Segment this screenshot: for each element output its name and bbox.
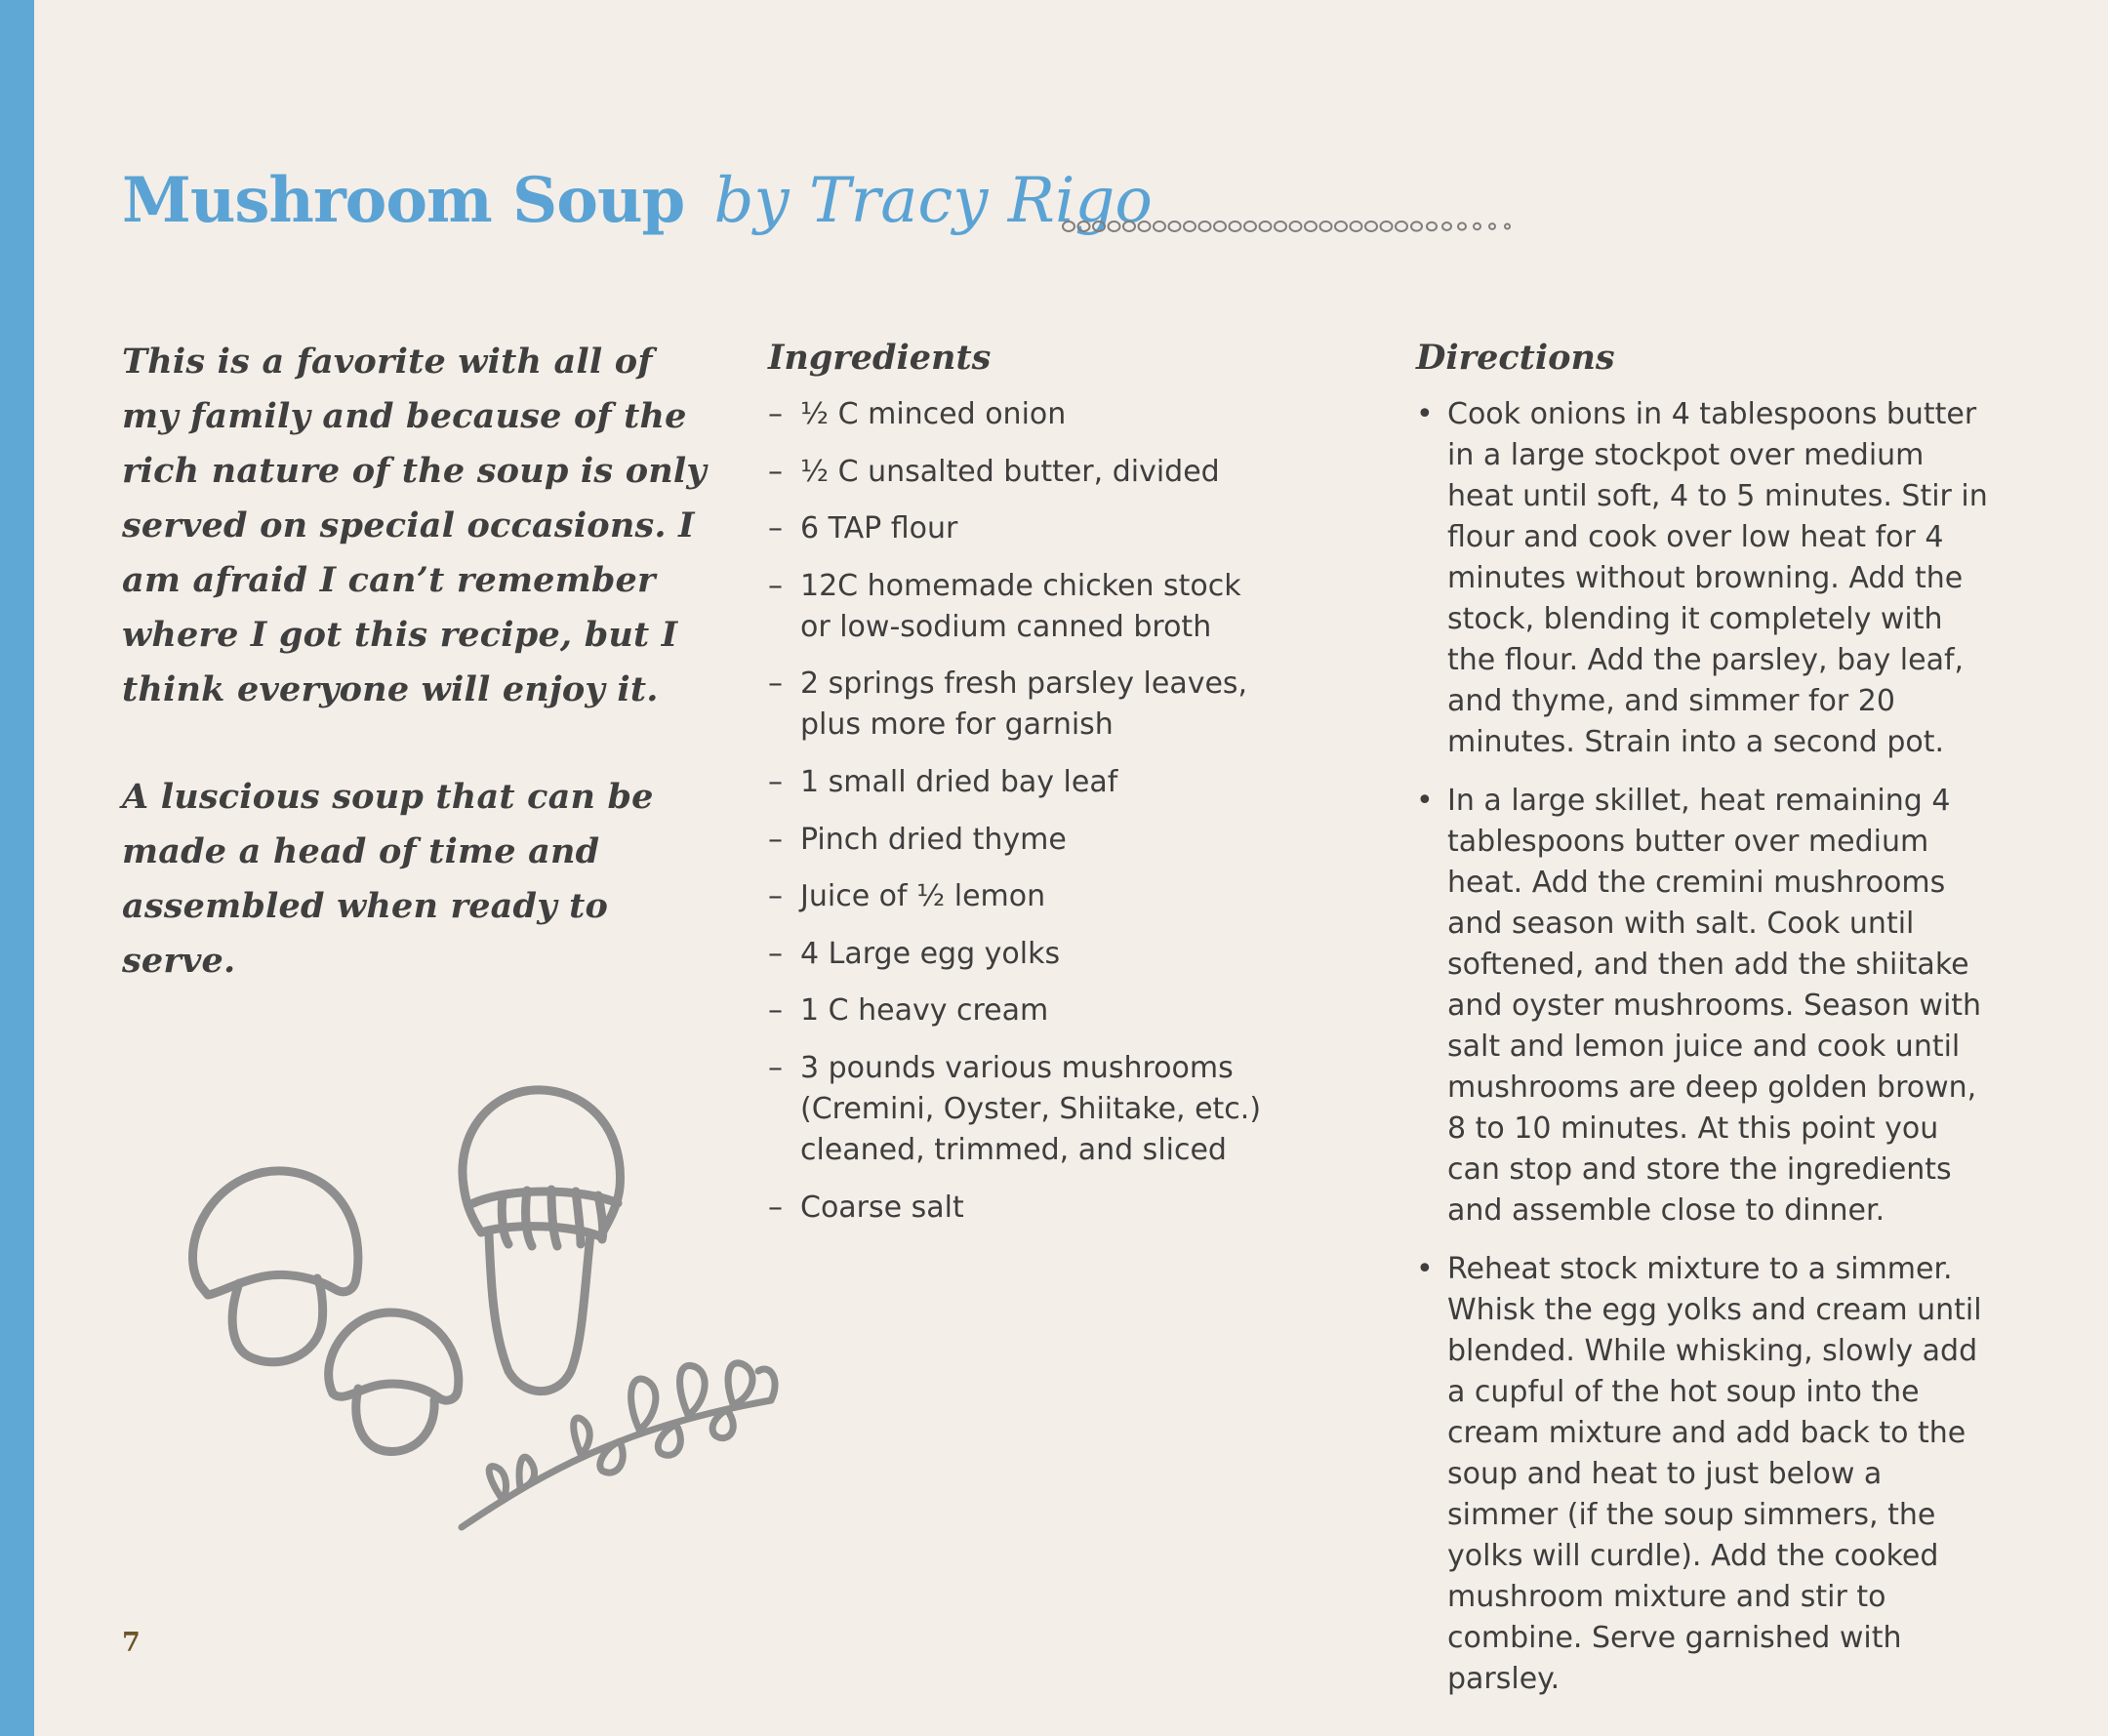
list-dash-marker: – xyxy=(768,936,783,971)
direction-step: • In a large skillet, heat remaining 4 ta… xyxy=(1416,781,1992,1231)
left-accent-bar xyxy=(0,0,34,1736)
directions-list: • Cook onions in 4 tablespoons butter in … xyxy=(1416,394,1992,1717)
ingredient-item: –3 pounds various mushrooms (Cremini, Oy… xyxy=(768,1048,1276,1171)
intro-paragraph-1: This is a favorite with all of my family… xyxy=(122,342,707,709)
ingredient-item: –2 springs fresh parsley leaves, plus mo… xyxy=(768,664,1276,746)
recipe-title: Mushroom Soup by Tracy Rigo xyxy=(122,164,1153,239)
ingredient-item: – Coarse salt xyxy=(768,1188,1276,1229)
list-dash-marker: – xyxy=(768,666,783,702)
list-dash-marker: – xyxy=(768,454,783,489)
ingredient-item: –6 TAP flour xyxy=(768,508,1276,549)
directions-heading: Directions xyxy=(1416,338,1615,378)
ingredient-text: 2 springs fresh parsley leaves, plus mor… xyxy=(800,666,1248,743)
mushroom-tall-icon xyxy=(458,1085,625,1396)
mushrooms-and-herb-sprig-icon xyxy=(188,1085,779,1531)
ingredient-item: –1 C heavy cream xyxy=(768,990,1276,1031)
list-bullet-marker: • xyxy=(1416,397,1434,431)
ingredient-item: –1 small dried bay leaf xyxy=(768,762,1276,803)
herb-sprig-icon xyxy=(458,1359,779,1531)
list-dash-marker: – xyxy=(768,993,783,1029)
list-dash-marker: – xyxy=(768,879,783,914)
page-number: 7 xyxy=(122,1628,141,1658)
ingredient-text: ½ C unsalted butter, divided xyxy=(800,454,1220,489)
ingredient-text: 1 small dried bay leaf xyxy=(800,764,1118,799)
list-dash-marker: – xyxy=(768,511,783,546)
ingredient-item: – ½ C unsalted butter, divided xyxy=(768,452,1276,493)
ingredient-text: 6 TAP flour xyxy=(800,511,958,546)
list-dash-marker: – xyxy=(768,397,783,431)
ingredients-list: – ½ C minced onion – ½ C unsalted butter, d… xyxy=(768,394,1276,1244)
recipe-page: Mushroom Soup by Tracy Rigo This is a fa… xyxy=(0,0,2108,1736)
ingredient-text: ½ C minced onion xyxy=(800,397,1067,431)
intro-paragraph-2: A luscious soup that can be made a head … xyxy=(122,777,654,981)
mushroom-left-icon xyxy=(188,1166,363,1367)
list-bullet-marker: • xyxy=(1416,1252,1434,1286)
direction-text: Reheat stock mixture to a simmer. Whisk … xyxy=(1447,1252,1982,1696)
ingredient-text: Coarse salt xyxy=(800,1190,964,1225)
ingredient-item: –4 Large egg yolks xyxy=(768,934,1276,975)
ingredient-text: 4 Large egg yolks xyxy=(800,936,1061,971)
list-dash-marker: – xyxy=(768,822,783,857)
ingredient-text: 12C homemade chicken stock or low-sodium… xyxy=(800,568,1241,644)
mushroom-small-icon xyxy=(324,1308,464,1456)
ingredient-item: –12C homemade chicken stock or low-sodiu… xyxy=(768,566,1276,648)
ingredient-text: Juice of ½ lemon xyxy=(800,879,1046,914)
ingredients-heading: Ingredients xyxy=(768,338,992,378)
ingredient-item: – ½ C minced onion xyxy=(768,394,1276,435)
ingredient-text: 1 C heavy cream xyxy=(800,993,1049,1029)
direction-step: • Cook onions in 4 tablespoons butter in … xyxy=(1416,394,1992,763)
dotted-chain-divider-icon xyxy=(1062,221,1511,232)
ingredient-text: Pinch dried thyme xyxy=(800,822,1067,857)
ingredient-text: 3 pounds various mushrooms (Cremini, Oys… xyxy=(800,1050,1262,1167)
ingredient-item: – Pinch dried thyme xyxy=(768,820,1276,861)
recipe-intro: This is a favorite with all of my family… xyxy=(122,335,717,1041)
list-dash-marker: – xyxy=(768,568,783,603)
direction-text: Cook onions in 4 tablespoons butter in a… xyxy=(1447,397,1988,759)
ingredient-item: – Juice of ½ lemon xyxy=(768,876,1276,917)
direction-text: In a large skillet, heat remaining 4 tab… xyxy=(1447,784,1982,1228)
recipe-title-main: Mushroom Soup xyxy=(122,164,685,237)
list-bullet-marker: • xyxy=(1416,784,1434,818)
direction-step: • Reheat stock mixture to a simmer. Whisk… xyxy=(1416,1249,1992,1700)
list-dash-marker: – xyxy=(768,764,783,799)
